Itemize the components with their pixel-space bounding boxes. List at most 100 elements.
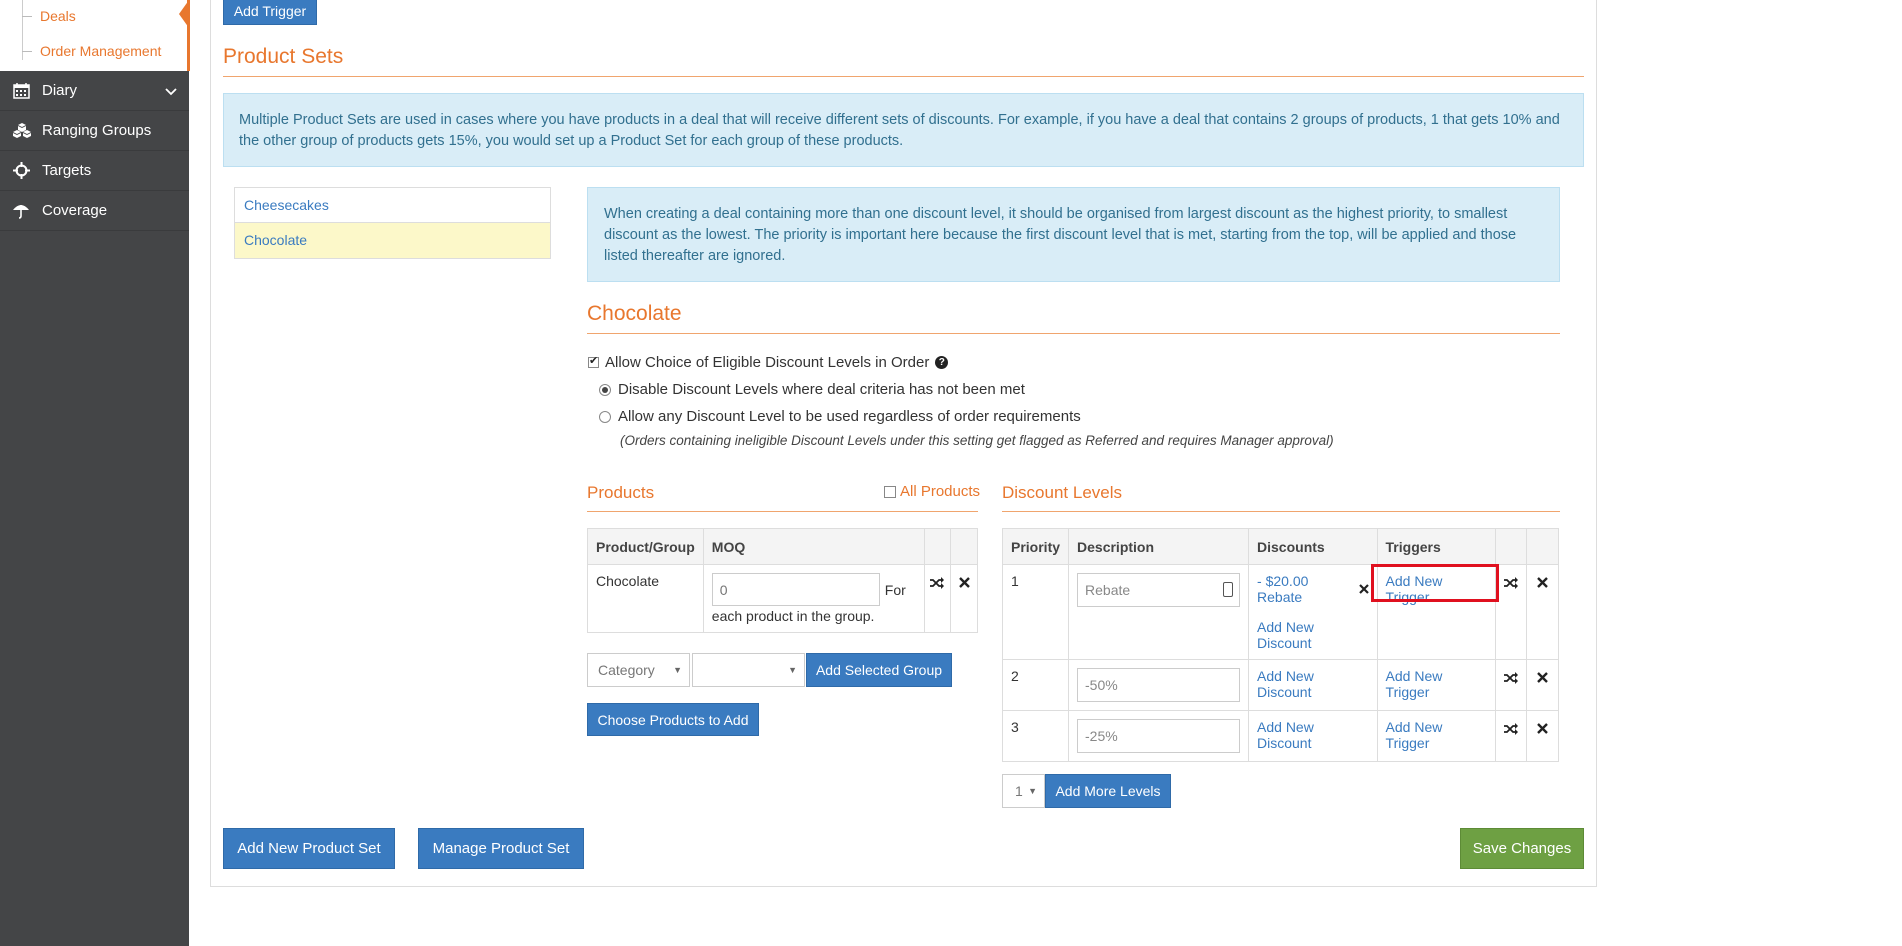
add-new-discount-link[interactable]: Add New Discount: [1257, 668, 1314, 700]
allow-any-level-label: Allow any Discount Level to be used rega…: [618, 408, 1081, 425]
divider: [587, 333, 1560, 334]
moq-cell: For each product in the group.: [702, 564, 925, 633]
column-header: Discounts: [1248, 528, 1378, 565]
allow-choice-label: Allow Choice of Eligible Discount Levels…: [605, 354, 930, 371]
manage-product-set-button[interactable]: Manage Product Set: [418, 828, 584, 869]
sidebar-subitem-deals[interactable]: Deals: [0, 0, 189, 34]
chevron-down-icon: [165, 71, 177, 111]
add-new-trigger-link[interactable]: Add New Trigger: [1386, 668, 1443, 700]
sidebar-item-label: Ranging Groups: [42, 122, 152, 139]
description-cell: -25%: [1068, 710, 1250, 762]
triggers-cell: Add New Trigger: [1376, 659, 1496, 711]
description-cell: -50%: [1068, 659, 1250, 711]
crosshair-icon: [12, 162, 30, 180]
sidebar-item-diary[interactable]: Diary: [0, 71, 189, 111]
priority-cell: 1: [1001, 564, 1070, 660]
column-header: MOQ: [702, 528, 925, 565]
column-header: Description: [1068, 528, 1250, 565]
sidebar-item-label: Targets: [42, 162, 92, 179]
column-header: [1526, 528, 1559, 565]
add-trigger-button[interactable]: Add Trigger: [223, 0, 317, 25]
sidebar-subitem-order-management[interactable]: Order Management: [0, 34, 189, 69]
description-input[interactable]: -50%: [1077, 668, 1241, 702]
sidebar-item-label: Diary: [42, 82, 78, 99]
moq-input[interactable]: [711, 573, 880, 606]
allow-any-level-option: Allow any Discount Level to be used rega…: [599, 408, 1081, 425]
product-set-item-chocolate[interactable]: Chocolate: [235, 223, 550, 258]
column-header: Priority: [1001, 528, 1070, 565]
divider: [1002, 511, 1560, 512]
description-input[interactable]: -25%: [1077, 719, 1241, 753]
divider: [587, 511, 978, 512]
active-arrow: [179, 0, 189, 28]
delete-icon[interactable]: [1526, 710, 1559, 762]
moq-note: each product in the group.: [711, 608, 875, 624]
help-icon[interactable]: ?: [935, 356, 949, 369]
group-select[interactable]: ▼: [692, 653, 805, 687]
table-header-row: Product/Group MOQ: [587, 528, 978, 565]
product-set-title: Chocolate: [587, 302, 682, 325]
disable-levels-option: Disable Discount Levels where deal crite…: [599, 381, 1025, 398]
cubes-icon: [12, 122, 31, 140]
product-set-link[interactable]: Cheesecakes: [244, 197, 329, 213]
text-field-icon: [1223, 582, 1234, 597]
table-header-row: Priority Description Discounts Triggers: [1001, 528, 1559, 565]
priority-cell: 3: [1001, 710, 1070, 762]
column-header: [1494, 528, 1528, 565]
allow-any-level-radio[interactable]: [599, 410, 611, 423]
discount-link[interactable]: - $20.00 Rebate: [1257, 573, 1355, 605]
disable-levels-radio[interactable]: [599, 383, 611, 396]
divider: [223, 76, 1584, 77]
tree-tick: [22, 16, 32, 17]
highlight-annotation: [1371, 564, 1499, 602]
save-changes-button[interactable]: Save Changes: [1460, 828, 1584, 869]
products-title: Products: [587, 483, 655, 502]
table-row: 3 -25% Add New Discount Add New Trigger: [1001, 710, 1559, 762]
table-row: Chocolate For each product in the group.: [587, 564, 978, 633]
discounts-cell: Add New Discount: [1248, 710, 1378, 762]
shuffle-icon[interactable]: [923, 564, 952, 633]
remove-discount-icon[interactable]: [1358, 581, 1369, 597]
sidebar-submenu: Deals Order Management: [0, 0, 189, 71]
level-count-select[interactable]: 1 ▼: [1002, 774, 1045, 808]
category-select[interactable]: Category ▼: [587, 653, 690, 687]
umbrella-icon: [12, 202, 30, 220]
sidebar-subitem-label: Deals: [40, 8, 76, 24]
shuffle-icon[interactable]: [1494, 710, 1528, 762]
delete-icon[interactable]: [950, 564, 978, 633]
disable-levels-label: Disable Discount Levels where deal crite…: [618, 381, 1025, 398]
discount-levels-info: When creating a deal containing more tha…: [587, 187, 1560, 282]
sidebar-item-coverage[interactable]: Coverage: [0, 191, 189, 231]
add-new-product-set-button[interactable]: Add New Product Set: [223, 828, 395, 869]
caret-down-icon: ▼: [673, 665, 682, 675]
all-products-option: All Products: [884, 483, 980, 500]
add-new-trigger-link[interactable]: Add New Trigger: [1386, 719, 1443, 751]
level-count-value: 1: [1015, 783, 1023, 799]
add-new-discount-link[interactable]: Add New Discount: [1257, 619, 1314, 651]
caret-down-icon: ▼: [788, 665, 797, 675]
delete-icon[interactable]: [1526, 659, 1559, 711]
radio-note: (Orders containing ineligible Discount L…: [620, 433, 1334, 448]
delete-icon[interactable]: [1526, 564, 1559, 660]
tree-tick: [22, 51, 32, 52]
sidebar-item-label: Coverage: [42, 202, 108, 219]
sidebar-item-targets[interactable]: Targets: [0, 151, 189, 191]
choose-products-button[interactable]: Choose Products to Add: [587, 703, 759, 736]
add-new-discount-link[interactable]: Add New Discount: [1257, 719, 1314, 751]
product-sets-info: Multiple Product Sets are used in cases …: [223, 93, 1584, 167]
product-set-link[interactable]: Chocolate: [244, 232, 307, 248]
products-table: Product/Group MOQ Chocolate For each pro…: [587, 528, 978, 633]
allow-choice-checkbox[interactable]: [588, 354, 599, 368]
column-header: Triggers: [1376, 528, 1496, 565]
priority-cell: 2: [1001, 659, 1070, 711]
product-set-item-cheesecakes[interactable]: Cheesecakes: [235, 188, 550, 223]
shuffle-icon[interactable]: [1494, 564, 1528, 660]
add-more-levels-button[interactable]: Add More Levels: [1045, 774, 1171, 808]
sidebar: Deals Order Management Diary Ranging Gro…: [0, 0, 190, 946]
category-select-value: Category: [598, 662, 655, 678]
all-products-checkbox[interactable]: [884, 485, 896, 498]
description-input[interactable]: Rebate: [1077, 573, 1241, 607]
add-selected-group-button[interactable]: Add Selected Group: [806, 653, 952, 687]
sidebar-item-ranging-groups[interactable]: Ranging Groups: [0, 111, 189, 151]
shuffle-icon[interactable]: [1494, 659, 1528, 711]
